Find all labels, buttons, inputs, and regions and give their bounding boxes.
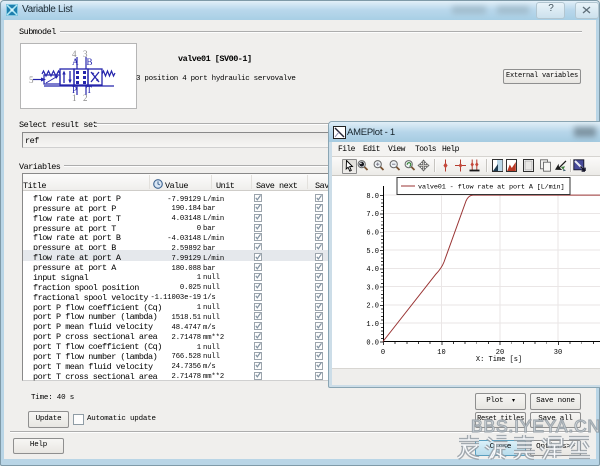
svg-text:8.0: 8.0 [366, 193, 379, 201]
svg-text:1.0: 1.0 [366, 321, 379, 329]
svg-text:10: 10 [437, 349, 445, 357]
svg-text:6.0: 6.0 [366, 230, 379, 238]
svg-text:4.0: 4.0 [366, 266, 379, 274]
svg-text:A: A [72, 57, 79, 67]
svg-text:2.0: 2.0 [366, 303, 379, 311]
svg-text:T: T [87, 85, 93, 95]
svg-text:0: 0 [381, 349, 385, 357]
svg-text:0.0: 0.0 [366, 339, 379, 347]
svg-text:30: 30 [554, 349, 562, 357]
svg-text:3.0: 3.0 [366, 284, 379, 292]
svg-text:5: 5 [29, 75, 34, 85]
svg-text:B: B [87, 57, 93, 67]
svg-text:7.0: 7.0 [366, 211, 379, 219]
svg-text:P: P [72, 85, 77, 95]
svg-text:X: Time [s]: X: Time [s] [476, 356, 522, 364]
svg-text:valve01 - flow rate at port A: valve01 - flow rate at port A [L/min] [418, 184, 564, 192]
svg-text:5.0: 5.0 [366, 248, 379, 256]
